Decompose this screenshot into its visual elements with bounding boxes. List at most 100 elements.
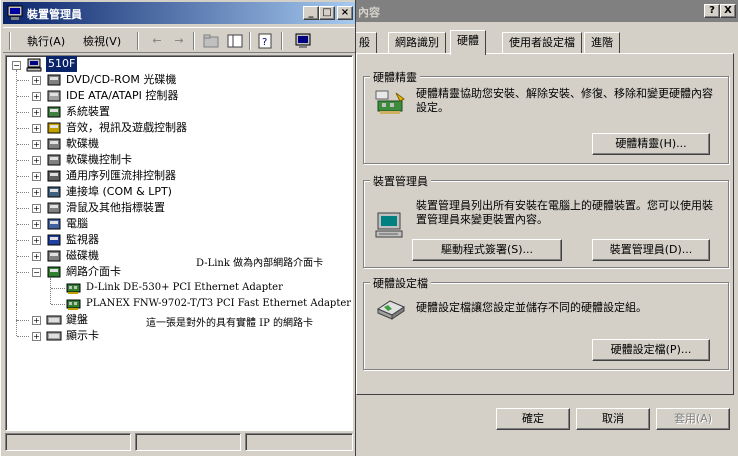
tab-user-profiles[interactable]: 使用者設定檔 (502, 32, 582, 54)
toolbar-separator (137, 32, 139, 50)
network-adapter[interactable]: D-Link DE-530+ PCI Ethernet Adapter (86, 280, 283, 296)
hardware-profiles-button[interactable]: 硬體設定檔(P)... (592, 339, 710, 361)
device-category[interactable]: 連接埠 (COM & LPT) (66, 184, 172, 200)
menu-action[interactable]: 執行(A) (27, 33, 65, 49)
tree-connector (17, 272, 29, 273)
device-category-icon (47, 250, 61, 262)
minimize-button[interactable]: _ (303, 6, 319, 20)
tree-connector (17, 96, 29, 97)
device-category-icon (47, 218, 61, 230)
expand-toggle[interactable]: + (32, 76, 41, 85)
up-folder-icon[interactable] (201, 32, 221, 50)
hardware-profiles-group: 硬體設定檔 硬體設定檔讓您設定並儲存不同的硬體設定組。 硬體設定檔(P)... (363, 275, 729, 370)
tree-connector (50, 278, 51, 304)
status-pane-2 (135, 433, 241, 451)
device-category-icon (47, 90, 61, 102)
apply-button[interactable]: 套用(A) (656, 408, 730, 430)
toolbar-separator (249, 32, 251, 50)
expand-toggle[interactable]: + (32, 108, 41, 117)
expand-toggle[interactable]: + (32, 204, 41, 213)
tab-advanced[interactable]: 進階 (584, 32, 620, 54)
device-category[interactable]: 電腦 (66, 216, 88, 232)
device-manager-titlebar: 裝置管理員 _ □ × (3, 2, 355, 24)
hardware-wizard-button[interactable]: 硬體精靈(H)... (592, 133, 710, 155)
hardware-profiles-description: 硬體設定檔讓您設定並儲存不同的硬體設定組。 (416, 301, 647, 314)
svg-text:?: ? (262, 37, 267, 48)
tree-connector (51, 304, 65, 305)
device-category-icon (47, 234, 61, 246)
back-arrow-icon[interactable]: ← (147, 32, 167, 50)
hardware-tab-page: 硬體精靈 硬體精靈協助您安裝、解除安裝、修復、移除和變更硬體內容設定。 硬體精靈… (356, 53, 734, 395)
device-category-icon (47, 138, 61, 150)
properties-title: 內容 (358, 6, 380, 19)
device-category-icon (46, 331, 62, 341)
hardware-wizard-group: 硬體精靈 硬體精靈協助您安裝、解除安裝、修復、移除和變更硬體內容設定。 硬體精靈… (363, 69, 729, 164)
tree-root[interactable]: 510F (46, 56, 78, 72)
close-button[interactable]: X (720, 4, 736, 18)
annotation-planex: 這一張是對外的具有實體 IP 的網路卡 (146, 318, 314, 329)
device-category[interactable]: 磁碟機 (66, 248, 99, 264)
devmgr-close-button[interactable]: × (337, 6, 353, 20)
expand-toggle[interactable]: + (32, 188, 41, 197)
device-category[interactable]: IDE ATA/ATAPI 控制器 (66, 88, 178, 104)
device-category[interactable]: 滑鼠及其他指標裝置 (66, 200, 165, 216)
toolbar-grip (9, 32, 11, 50)
device-category[interactable]: 監視器 (66, 232, 99, 248)
system-properties-dialog: 內容 ? X 般 網路識別 硬體 使用者設定檔 進階 硬體精靈 硬體精靈協助您安… (352, 0, 738, 456)
tab-network-id[interactable]: 網路識別 (388, 32, 446, 54)
tab-hardware[interactable]: 硬體 (450, 30, 486, 55)
collapse-root-toggle[interactable]: − (12, 61, 21, 70)
tree-connector (17, 240, 29, 241)
expand-toggle[interactable]: + (32, 252, 41, 261)
expand-toggle[interactable]: + (32, 220, 41, 229)
device-category[interactable]: 軟碟機 (66, 136, 99, 152)
expand-toggle[interactable]: + (32, 236, 41, 245)
toolbar-separator (281, 32, 283, 50)
device-manager-title: 裝置管理員 (370, 173, 431, 189)
cancel-button[interactable]: 取消 (576, 408, 650, 430)
expand-toggle[interactable]: + (32, 124, 41, 133)
device-tree: − 510F + DVD/CD-ROM 光碟機 + IDE ATA/ATAPI 控制器 + 系… (5, 55, 353, 431)
device-category[interactable]: 鍵盤 (66, 312, 88, 328)
device-manager-button[interactable]: 裝置管理員(D)... (592, 239, 710, 261)
network-adapter[interactable]: PLANEX FNW-9702-T/T3 PCI Fast Ethernet A… (86, 296, 351, 312)
hardware-profiles-title: 硬體設定檔 (370, 275, 431, 291)
hardware-wizard-title: 硬體精靈 (370, 69, 420, 85)
device-category[interactable]: 音效，視訊及遊戲控制器 (66, 120, 187, 136)
show-hide-tree-icon[interactable] (225, 32, 245, 50)
device-category[interactable]: DVD/CD-ROM 光碟機 (66, 72, 176, 88)
device-manager-app-icon (7, 5, 23, 20)
ok-button[interactable]: 確定 (496, 408, 570, 430)
tree-connector (17, 256, 29, 257)
device-category-icon (47, 202, 61, 214)
expand-toggle[interactable]: + (32, 332, 41, 341)
device-category[interactable]: 軟碟機控制卡 (66, 152, 132, 168)
properties-titlebar: 內容 ? X (352, 0, 738, 22)
expand-toggle[interactable]: + (32, 172, 41, 181)
tree-connector (16, 320, 17, 336)
device-category[interactable]: 網路介面卡 (66, 264, 121, 280)
device-category[interactable]: 顯示卡 (66, 328, 99, 344)
menu-view[interactable]: 檢視(V) (83, 33, 121, 49)
device-category[interactable]: 系統裝置 (66, 104, 110, 120)
properties-icon[interactable]: ? (255, 32, 275, 50)
device-category-icon (47, 266, 61, 278)
device-category-icon (47, 122, 61, 134)
expand-toggle[interactable]: + (32, 156, 41, 165)
tree-connector (16, 304, 17, 320)
tree-connector (51, 288, 65, 289)
device-category[interactable]: 通用序列匯流排控制器 (66, 168, 176, 184)
menubar-toolbar: 執行(A) 檢視(V) ← → ? (3, 27, 355, 53)
properties-tabs: 般 網路識別 硬體 使用者設定檔 進階 (352, 30, 738, 55)
driver-signing-button[interactable]: 驅動程式簽署(S)... (412, 239, 562, 261)
help-button[interactable]: ? (704, 4, 720, 18)
scan-hardware-icon[interactable] (293, 32, 313, 50)
expand-toggle[interactable]: + (32, 92, 41, 101)
tree-connector (17, 208, 29, 209)
expand-toggle[interactable]: + (32, 316, 41, 325)
maximize-button[interactable]: □ (319, 6, 335, 20)
expand-toggle[interactable]: + (32, 140, 41, 149)
expand-toggle[interactable]: − (32, 268, 41, 277)
forward-arrow-icon[interactable]: → (169, 32, 189, 50)
tree-connector (17, 192, 29, 193)
